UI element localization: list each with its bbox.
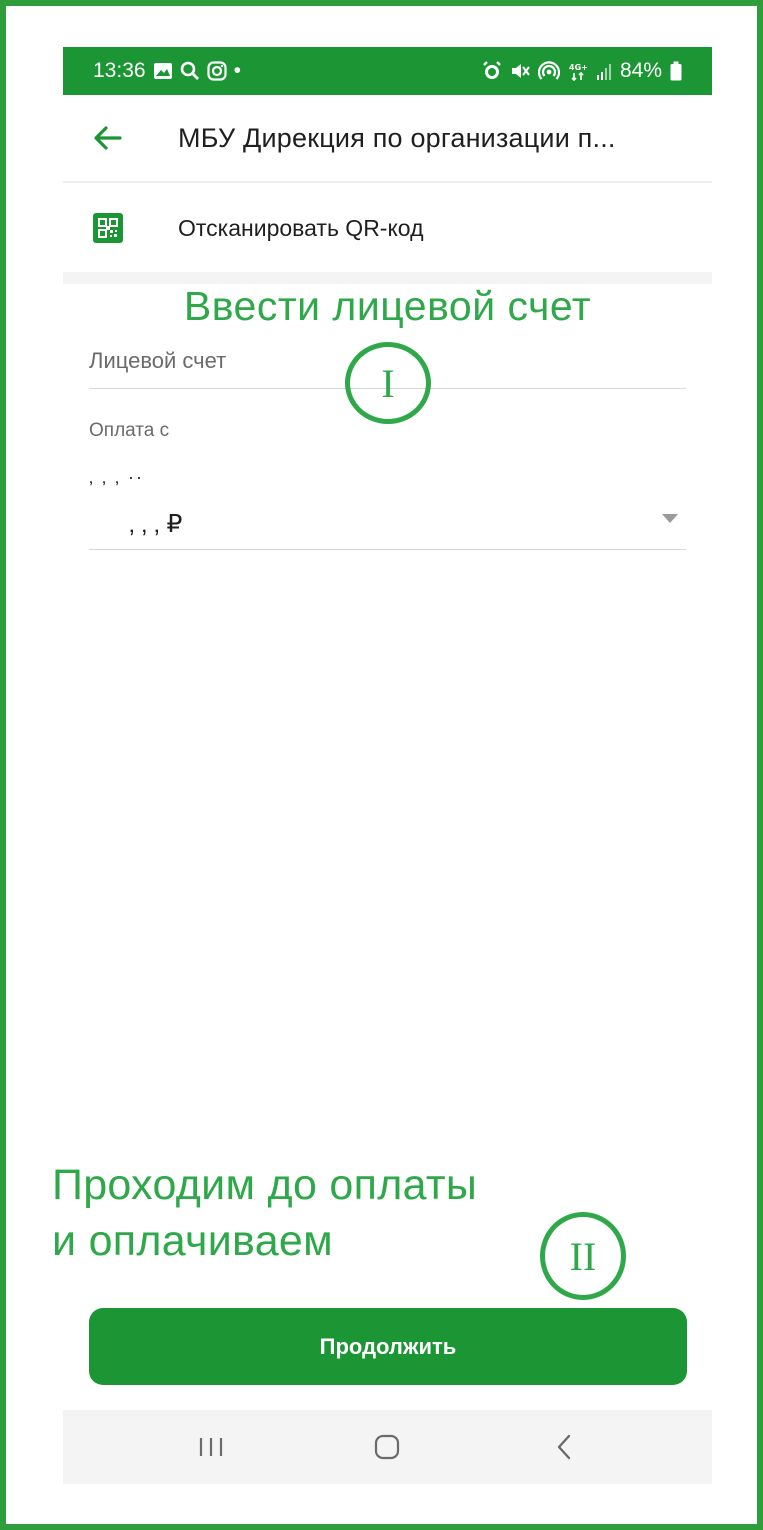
annotation-step2-line2: и оплачиваем bbox=[52, 1217, 334, 1265]
scan-qr-label: Отсканировать QR-код bbox=[178, 214, 424, 241]
signal-icon bbox=[596, 60, 612, 82]
app-bar: МБУ Дирекция по организации п... bbox=[63, 95, 712, 183]
arrow-left-icon bbox=[94, 126, 122, 150]
back-button[interactable] bbox=[63, 94, 153, 182]
annotation-step2-line1: Проходим до оплаты bbox=[52, 1161, 478, 1209]
recent-apps-icon bbox=[200, 1438, 223, 1456]
scan-qr-button[interactable]: Отсканировать QR-код bbox=[63, 184, 712, 272]
qr-code-icon bbox=[63, 213, 153, 243]
annotation-step1-marker: I bbox=[345, 342, 431, 424]
dropdown-arrow-icon bbox=[662, 514, 678, 523]
home-icon bbox=[375, 1434, 400, 1460]
system-nav-bar bbox=[63, 1410, 712, 1484]
search-icon bbox=[180, 60, 200, 82]
pay-from-label: Оплата с bbox=[89, 420, 170, 441]
continue-button[interactable]: Продолжить bbox=[89, 1308, 687, 1385]
status-dot: • bbox=[233, 59, 241, 82]
pay-from-select[interactable]: ‚ ‚ ‚ ·· ‚ ‚ ‚ ₽ bbox=[89, 457, 686, 550]
source-account-name: ‚ ‚ ‚ ·· bbox=[89, 467, 144, 487]
annotation-step2-marker: II bbox=[540, 1212, 626, 1300]
page-title: МБУ Дирекция по организации п... bbox=[178, 122, 616, 153]
system-back-button[interactable] bbox=[534, 1417, 594, 1477]
4g-icon: 4G+ bbox=[568, 60, 588, 82]
mute-icon bbox=[510, 60, 530, 82]
source-account-balance: ‚ ‚ ‚ ₽ bbox=[129, 510, 183, 538]
annotation-step2: Проходим до оплаты и оплачиваем bbox=[52, 1157, 477, 1269]
battery-icon bbox=[670, 60, 682, 82]
status-bar-right: 4G+ 84% bbox=[482, 59, 682, 83]
image-icon bbox=[153, 60, 173, 82]
status-bar-left: 13:36 • bbox=[93, 59, 241, 83]
instagram-icon bbox=[206, 60, 227, 82]
hotspot-icon bbox=[537, 60, 560, 82]
battery-percent: 84% bbox=[619, 59, 662, 82]
svg-text:4G+: 4G+ bbox=[569, 63, 588, 72]
status-bar: 13:36 • 4G+ 84% bbox=[63, 47, 712, 95]
status-time: 13:36 bbox=[93, 59, 146, 82]
home-button[interactable] bbox=[357, 1417, 417, 1477]
recent-apps-button[interactable] bbox=[181, 1417, 241, 1477]
annotation-step1: Ввести лицевой счет bbox=[183, 283, 592, 329]
chevron-left-icon bbox=[557, 1434, 571, 1460]
alarm-icon bbox=[482, 60, 502, 82]
